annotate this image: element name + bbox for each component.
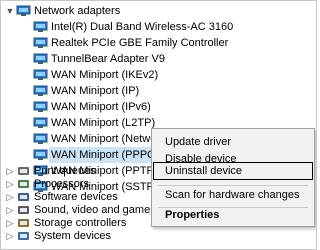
device-manager-tree: ▼ Network adapters Intel(R) Dual Band Wi… (0, 0, 317, 250)
tree-category-network-adapters[interactable]: ▼ Network adapters (1, 3, 316, 19)
network-adapter-icon (16, 5, 31, 16)
tree-item-adapter[interactable]: Realtek PCIe GBE Family Controller (1, 35, 316, 51)
tree-item-adapter[interactable]: WAN Miniport (IPv6) (1, 99, 316, 115)
adapter-label: WAN Miniport (L2TP) (51, 117, 156, 129)
tree-item-adapter[interactable]: WAN Miniport (IKEv2) (1, 67, 316, 83)
adapter-label: WAN Miniport (IP) (51, 85, 140, 97)
network-adapter-icon (33, 53, 48, 64)
adapter-label: WAN Miniport (IKEv2) (51, 69, 159, 81)
adapter-label: TunnelBear Adapter V9 (51, 53, 165, 65)
network-adapter-icon (33, 149, 48, 160)
menu-item-uninstall-device[interactable]: Uninstall device (153, 161, 313, 181)
menu-item-scan-hardware[interactable]: Scan for hardware changes (153, 185, 313, 205)
collapse-arrow-icon[interactable]: ▼ (5, 3, 15, 19)
adapter-label: Realtek PCIe GBE Family Controller (51, 37, 229, 49)
category-label: Network adapters (34, 5, 121, 17)
context-menu: Update driver Disable device Uninstall d… (151, 128, 315, 227)
network-adapter-icon (33, 133, 48, 144)
network-adapter-icon (33, 21, 48, 32)
network-adapter-icon (33, 37, 48, 48)
expand-arrow-icon[interactable]: ▷ (5, 228, 15, 244)
adapter-label: WAN Miniport (IPv6) (51, 101, 151, 113)
adapter-label: Intel(R) Dual Band Wireless-AC 3160 (51, 21, 234, 33)
tree-item-adapter[interactable]: WAN Miniport (IP) (1, 83, 316, 99)
category-label: System devices (34, 229, 112, 242)
network-adapter-icon (33, 101, 48, 112)
tree-item-adapter[interactable]: Intel(R) Dual Band Wireless-AC 3160 (1, 19, 316, 35)
tree-item-adapter[interactable]: TunnelBear Adapter V9 (1, 51, 316, 67)
network-adapter-icon (33, 69, 48, 80)
tree-category[interactable]: ▷ System devices (1, 228, 151, 244)
menu-item-properties[interactable]: Properties (153, 205, 313, 225)
network-adapter-icon (33, 85, 48, 96)
network-adapter-icon (33, 117, 48, 128)
system-device-icon (18, 231, 29, 240)
